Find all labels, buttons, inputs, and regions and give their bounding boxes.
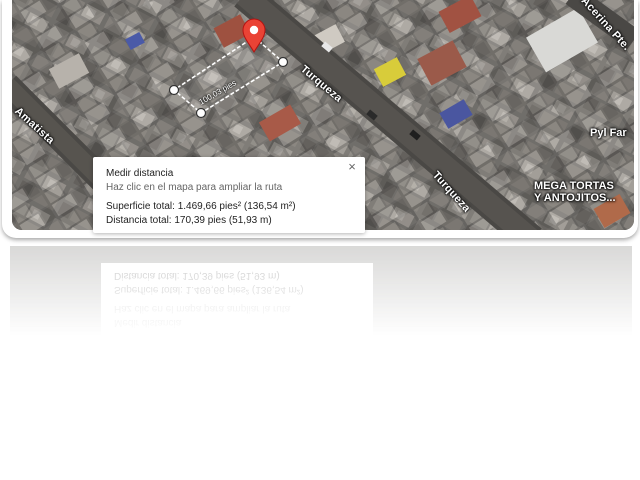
measure-vertex[interactable] — [277, 56, 289, 68]
reflection-text: Medir distancia — [114, 317, 182, 328]
measure-vertex[interactable] — [168, 84, 180, 96]
measure-vertex[interactable] — [195, 107, 207, 119]
poi-name-line: MEGA TORTAS — [534, 180, 614, 192]
poi-label-mega-tortas: MEGA TORTAS Y ANTOJITOS... — [534, 180, 616, 204]
reflection-text: Haz clic en el mapa para ampliar la ruta — [114, 303, 291, 314]
total-distance-text: Distancia total: 170,39 pies (51,93 m) — [106, 215, 272, 226]
map-frame: Turqueza Turqueza Amatista Acerina Pte. … — [2, 0, 638, 238]
poi-name-line: Y ANTOJITOS... — [534, 192, 616, 204]
panel-title: Medir distancia — [106, 168, 174, 179]
close-icon[interactable]: × — [345, 160, 359, 174]
reflection-text: Superficie total: 1.469,66 pies² (136,54… — [114, 284, 304, 295]
reflection-text: Distancia total: 170,39 pies (51,93 m) — [114, 270, 280, 281]
reflection-image: Medir distancia Haz clic en el mapa para… — [10, 246, 632, 336]
poi-label-pyl: Pyl Far — [590, 127, 627, 139]
measure-distance-panel: Medir distancia Haz clic en el mapa para… — [93, 157, 365, 233]
panel-hint: Haz clic en el mapa para ampliar la ruta — [106, 182, 283, 193]
total-area-text: Superficie total: 1.469,66 pies² (136,54… — [106, 201, 296, 212]
screenshot-reflection: Medir distancia Haz clic en el mapa para… — [10, 246, 632, 336]
reflection-panel: Medir distancia Haz clic en el mapa para… — [101, 263, 373, 336]
